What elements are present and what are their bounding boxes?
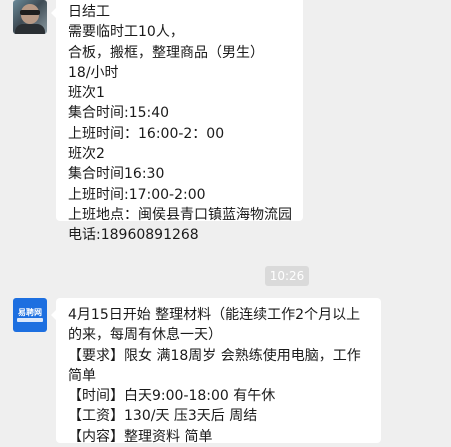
- message-bubble-job-post-1[interactable]: 日结工 需要临时工10人， 合板，搬框，整理商品（男生） 18/小时 班次1 集…: [51, 0, 303, 243]
- message-line: 电话:18960891268: [68, 227, 199, 244]
- message-line: 需要临时工10人，: [68, 24, 184, 41]
- message-line: 班次2: [68, 146, 105, 163]
- message-bubble-job-post-2[interactable]: 4月15日开始 整理材料（能连续工作2个月以上的来，每周有休息一天） 【要求】限…: [51, 298, 381, 445]
- message-line: 上班时间：16:00-2：00: [68, 125, 225, 142]
- message-line: 集合时间:15:40: [68, 105, 170, 122]
- logo-text: 易聘网: [18, 308, 42, 317]
- logo-underline: [17, 318, 43, 322]
- message-line: 集合时间16:30: [68, 166, 165, 183]
- avatar-shirt: [15, 24, 45, 34]
- message-line: 【时间】白天9:00-18:00 有午休: [68, 388, 276, 405]
- message-line: 【要求】限女 满18周岁 会熟练使用电脑，工作简单: [68, 347, 361, 384]
- message-line: 上班地点：闽侯县青口镇蓝海物流园: [68, 206, 292, 223]
- message-line: 4月15日开始 整理材料（能连续工作2个月以上的来，每周有休息一天）: [68, 307, 361, 344]
- avatar-glasses: [20, 10, 40, 15]
- message-line: 18/小时: [68, 64, 119, 81]
- sender-avatar-photo[interactable]: [13, 0, 47, 34]
- sender-avatar-logo[interactable]: 易聘网: [13, 298, 47, 332]
- message-timestamp: 10:26: [265, 266, 309, 286]
- message-line: 【工资】130/天 压3天后 周结: [68, 408, 258, 425]
- message-line: 班次1: [68, 85, 105, 102]
- message-line: 上班时间:17:00-2:00: [68, 186, 206, 203]
- message-line: 日结工: [68, 4, 110, 20]
- message-line: 合板，搬框，整理商品（男生）: [68, 44, 264, 61]
